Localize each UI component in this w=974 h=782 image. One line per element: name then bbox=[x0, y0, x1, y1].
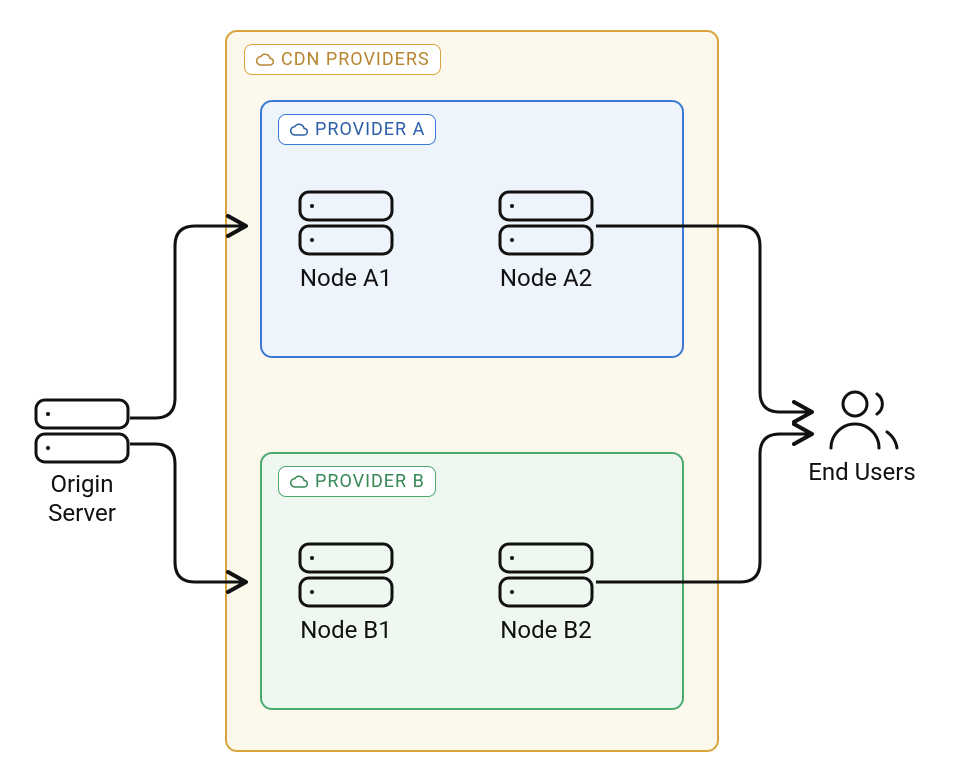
origin-server-label: Origin Server bbox=[48, 470, 116, 528]
origin-server-icon bbox=[36, 400, 128, 462]
end-users-label: End Users bbox=[808, 458, 916, 487]
cdn-providers-label: CDN PROVIDERS bbox=[244, 44, 441, 75]
cloud-icon bbox=[255, 53, 275, 67]
node-b1-label: Node B1 bbox=[300, 616, 391, 644]
cdn-architecture-diagram: CDN PROVIDERS PROVIDER A PROVIDER B bbox=[0, 0, 974, 782]
end-users-icon bbox=[831, 392, 897, 448]
cloud-icon bbox=[289, 123, 309, 137]
cdn-providers-text: CDN PROVIDERS bbox=[281, 49, 430, 70]
node-b2-label: Node B2 bbox=[500, 616, 591, 644]
provider-b-text: PROVIDER B bbox=[315, 471, 425, 492]
provider-b-label: PROVIDER B bbox=[278, 466, 436, 497]
node-a1-label: Node A1 bbox=[300, 264, 392, 292]
provider-a-text: PROVIDER A bbox=[315, 119, 425, 140]
node-a2-label: Node A2 bbox=[500, 264, 592, 292]
cloud-icon bbox=[289, 475, 309, 489]
provider-a-label: PROVIDER A bbox=[278, 114, 436, 145]
